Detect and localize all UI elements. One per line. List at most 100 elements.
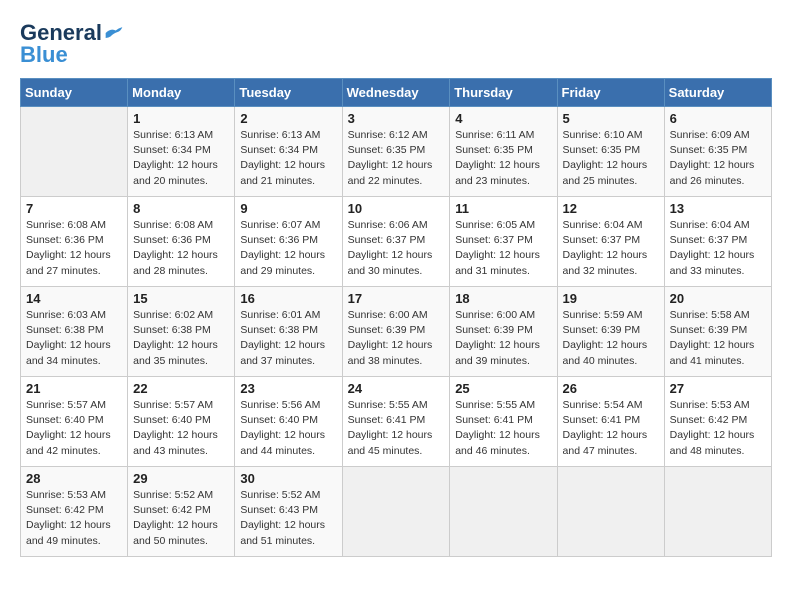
weekday-header-tuesday: Tuesday <box>235 79 342 107</box>
day-number: 27 <box>670 381 766 396</box>
day-info: Sunrise: 6:09 AMSunset: 6:35 PMDaylight:… <box>670 128 766 189</box>
calendar-cell: 28 Sunrise: 5:53 AMSunset: 6:42 PMDayligh… <box>21 467 128 557</box>
calendar-week-3: 14 Sunrise: 6:03 AMSunset: 6:38 PMDayligh… <box>21 287 772 377</box>
calendar-cell: 12 Sunrise: 6:04 AMSunset: 6:37 PMDayligh… <box>557 197 664 287</box>
day-info: Sunrise: 5:58 AMSunset: 6:39 PMDaylight:… <box>670 308 766 369</box>
day-number: 20 <box>670 291 766 306</box>
calendar-cell: 15Sunrise: 6:02 AMSunset: 6:38 PMDayligh… <box>128 287 235 377</box>
weekday-header-friday: Friday <box>557 79 664 107</box>
day-number: 10 <box>348 201 445 216</box>
day-number: 26 <box>563 381 659 396</box>
calendar-cell: 23 Sunrise: 5:56 AMSunset: 6:40 PMDayligh… <box>235 377 342 467</box>
calendar-cell: 24 Sunrise: 5:55 AMSunset: 6:41 PMDayligh… <box>342 377 450 467</box>
day-info: Sunrise: 5:52 AMSunset: 6:43 PMDaylight:… <box>240 488 336 549</box>
day-number: 2 <box>240 111 336 126</box>
day-info: Sunrise: 5:53 AMSunset: 6:42 PMDaylight:… <box>26 488 122 549</box>
day-info: Sunrise: 6:07 AMSunset: 6:36 PMDaylight:… <box>240 218 336 279</box>
day-number: 23 <box>240 381 336 396</box>
calendar-cell: 3 Sunrise: 6:12 AMSunset: 6:35 PMDaylight… <box>342 107 450 197</box>
weekday-header-monday: Monday <box>128 79 235 107</box>
day-info: Sunrise: 5:55 AMSunset: 6:41 PMDaylight:… <box>348 398 445 459</box>
day-number: 16 <box>240 291 336 306</box>
day-number: 1 <box>133 111 229 126</box>
weekday-header-sunday: Sunday <box>21 79 128 107</box>
day-info: Sunrise: 5:54 AMSunset: 6:41 PMDaylight:… <box>563 398 659 459</box>
calendar-cell: 18 Sunrise: 6:00 AMSunset: 6:39 PMDayligh… <box>450 287 557 377</box>
day-info: Sunrise: 5:53 AMSunset: 6:42 PMDaylight:… <box>670 398 766 459</box>
day-info: Sunrise: 6:08 AMSunset: 6:36 PMDaylight:… <box>26 218 122 279</box>
day-number: 3 <box>348 111 445 126</box>
day-number: 28 <box>26 471 122 486</box>
day-number: 14 <box>26 291 122 306</box>
weekday-header-thursday: Thursday <box>450 79 557 107</box>
calendar-week-5: 28 Sunrise: 5:53 AMSunset: 6:42 PMDayligh… <box>21 467 772 557</box>
day-info: Sunrise: 6:03 AMSunset: 6:38 PMDaylight:… <box>26 308 122 369</box>
calendar-cell: 21 Sunrise: 5:57 AMSunset: 6:40 PMDayligh… <box>21 377 128 467</box>
calendar-week-2: 7 Sunrise: 6:08 AMSunset: 6:36 PMDaylight… <box>21 197 772 287</box>
calendar-table: SundayMondayTuesdayWednesdayThursdayFrid… <box>20 78 772 557</box>
calendar-cell: 16Sunrise: 6:01 AMSunset: 6:38 PMDayligh… <box>235 287 342 377</box>
day-number: 25 <box>455 381 551 396</box>
day-number: 15 <box>133 291 229 306</box>
calendar-cell: 8 Sunrise: 6:08 AMSunset: 6:36 PMDaylight… <box>128 197 235 287</box>
day-info: Sunrise: 6:05 AMSunset: 6:37 PMDaylight:… <box>455 218 551 279</box>
day-number: 18 <box>455 291 551 306</box>
day-info: Sunrise: 6:00 AMSunset: 6:39 PMDaylight:… <box>455 308 551 369</box>
calendar-cell: 1 Sunrise: 6:13 AMSunset: 6:34 PMDaylight… <box>128 107 235 197</box>
day-info: Sunrise: 6:06 AMSunset: 6:37 PMDaylight:… <box>348 218 445 279</box>
day-info: Sunrise: 6:08 AMSunset: 6:36 PMDaylight:… <box>133 218 229 279</box>
day-number: 30 <box>240 471 336 486</box>
day-number: 17 <box>348 291 445 306</box>
calendar-body: 1 Sunrise: 6:13 AMSunset: 6:34 PMDaylight… <box>21 107 772 557</box>
calendar-cell: 30 Sunrise: 5:52 AMSunset: 6:43 PMDayligh… <box>235 467 342 557</box>
logo: General Blue <box>20 20 124 68</box>
day-info: Sunrise: 5:57 AMSunset: 6:40 PMDaylight:… <box>133 398 229 459</box>
day-number: 5 <box>563 111 659 126</box>
day-number: 7 <box>26 201 122 216</box>
calendar-cell: 22 Sunrise: 5:57 AMSunset: 6:40 PMDayligh… <box>128 377 235 467</box>
calendar-cell: 27 Sunrise: 5:53 AMSunset: 6:42 PMDayligh… <box>664 377 771 467</box>
calendar-cell: 6 Sunrise: 6:09 AMSunset: 6:35 PMDaylight… <box>664 107 771 197</box>
day-number: 21 <box>26 381 122 396</box>
calendar-cell: 7 Sunrise: 6:08 AMSunset: 6:36 PMDaylight… <box>21 197 128 287</box>
calendar-cell: 25 Sunrise: 5:55 AMSunset: 6:41 PMDayligh… <box>450 377 557 467</box>
page-header: General Blue <box>20 20 772 68</box>
day-info: Sunrise: 6:13 AMSunset: 6:34 PMDaylight:… <box>133 128 229 189</box>
day-info: Sunrise: 5:55 AMSunset: 6:41 PMDaylight:… <box>455 398 551 459</box>
day-info: Sunrise: 5:52 AMSunset: 6:42 PMDaylight:… <box>133 488 229 549</box>
calendar-cell: 5 Sunrise: 6:10 AMSunset: 6:35 PMDaylight… <box>557 107 664 197</box>
calendar-cell <box>450 467 557 557</box>
calendar-cell: 26 Sunrise: 5:54 AMSunset: 6:41 PMDayligh… <box>557 377 664 467</box>
calendar-cell <box>664 467 771 557</box>
weekday-header-saturday: Saturday <box>664 79 771 107</box>
day-number: 4 <box>455 111 551 126</box>
calendar-cell <box>21 107 128 197</box>
day-info: Sunrise: 6:10 AMSunset: 6:35 PMDaylight:… <box>563 128 659 189</box>
day-info: Sunrise: 5:57 AMSunset: 6:40 PMDaylight:… <box>26 398 122 459</box>
day-number: 9 <box>240 201 336 216</box>
day-info: Sunrise: 6:12 AMSunset: 6:35 PMDaylight:… <box>348 128 445 189</box>
calendar-cell: 17Sunrise: 6:00 AMSunset: 6:39 PMDayligh… <box>342 287 450 377</box>
day-number: 22 <box>133 381 229 396</box>
day-info: Sunrise: 5:56 AMSunset: 6:40 PMDaylight:… <box>240 398 336 459</box>
weekday-header-wednesday: Wednesday <box>342 79 450 107</box>
day-number: 29 <box>133 471 229 486</box>
calendar-cell: 20 Sunrise: 5:58 AMSunset: 6:39 PMDayligh… <box>664 287 771 377</box>
day-info: Sunrise: 6:04 AMSunset: 6:37 PMDaylight:… <box>670 218 766 279</box>
day-number: 11 <box>455 201 551 216</box>
calendar-cell: 13Sunrise: 6:04 AMSunset: 6:37 PMDayligh… <box>664 197 771 287</box>
day-number: 6 <box>670 111 766 126</box>
weekday-header-row: SundayMondayTuesdayWednesdayThursdayFrid… <box>21 79 772 107</box>
day-number: 24 <box>348 381 445 396</box>
logo-bird-icon <box>104 26 124 40</box>
logo-text-blue: Blue <box>20 42 68 68</box>
day-info: Sunrise: 6:11 AMSunset: 6:35 PMDaylight:… <box>455 128 551 189</box>
day-info: Sunrise: 6:04 AMSunset: 6:37 PMDaylight:… <box>563 218 659 279</box>
calendar-cell: 9 Sunrise: 6:07 AMSunset: 6:36 PMDaylight… <box>235 197 342 287</box>
calendar-cell <box>342 467 450 557</box>
day-number: 12 <box>563 201 659 216</box>
day-number: 8 <box>133 201 229 216</box>
calendar-cell: 11 Sunrise: 6:05 AMSunset: 6:37 PMDayligh… <box>450 197 557 287</box>
calendar-cell: 29 Sunrise: 5:52 AMSunset: 6:42 PMDayligh… <box>128 467 235 557</box>
calendar-week-4: 21 Sunrise: 5:57 AMSunset: 6:40 PMDayligh… <box>21 377 772 467</box>
